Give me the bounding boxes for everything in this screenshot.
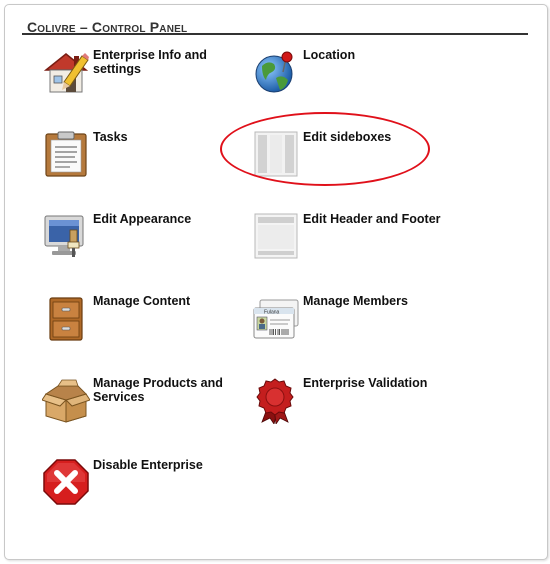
manage-members-link[interactable]: Fulana Manage Members bbox=[252, 294, 452, 356]
disable-enterprise-link[interactable]: Disable Enterprise bbox=[42, 458, 242, 520]
member-card-name: Fulana bbox=[264, 310, 280, 316]
monitor-paint-icon bbox=[44, 215, 84, 257]
item-label: Manage Content bbox=[93, 294, 191, 308]
open-box-icon bbox=[42, 379, 90, 423]
edit-sideboxes-link[interactable]: Edit sideboxes bbox=[252, 130, 452, 192]
red-x-octagon-icon bbox=[43, 459, 89, 505]
tasks-link[interactable]: Tasks bbox=[42, 130, 242, 192]
item-label: Tasks bbox=[93, 130, 128, 144]
globe-pin-icon bbox=[255, 51, 293, 93]
enterprise-info-settings-link[interactable]: Enterprise Info and settings bbox=[42, 48, 242, 110]
item-label: Edit Header and Footer bbox=[303, 212, 441, 226]
enterprise-validation-link[interactable]: Enterprise Validation bbox=[252, 376, 452, 438]
manage-content-link[interactable]: Manage Content bbox=[42, 294, 242, 356]
house-pencil-icon bbox=[43, 53, 89, 93]
item-label: Disable Enterprise bbox=[93, 458, 203, 472]
member-cards-icon: Fulana bbox=[253, 299, 299, 339]
columns-layout-icon bbox=[254, 131, 298, 177]
cabinet-icon bbox=[49, 297, 83, 341]
item-label: Location bbox=[303, 48, 356, 62]
item-label: Edit Appearance bbox=[93, 212, 192, 226]
location-link[interactable]: Location bbox=[252, 48, 452, 110]
item-label: Enterprise Info and settings bbox=[93, 48, 207, 76]
title-rule bbox=[22, 33, 528, 35]
seal-ribbon-icon bbox=[256, 378, 294, 424]
edit-header-footer-link[interactable]: Edit Header and Footer bbox=[252, 212, 452, 274]
header-footer-layout-icon bbox=[254, 213, 298, 259]
item-label: Manage Members bbox=[303, 294, 408, 308]
item-label: Edit sideboxes bbox=[303, 130, 392, 144]
edit-appearance-link[interactable]: Edit Appearance bbox=[42, 212, 242, 274]
item-label: Enterprise Validation bbox=[303, 376, 428, 390]
manage-products-services-link[interactable]: Manage Products and Services bbox=[42, 376, 242, 438]
item-label: Manage Products and Services bbox=[93, 376, 223, 404]
clipboard-icon bbox=[45, 131, 87, 177]
